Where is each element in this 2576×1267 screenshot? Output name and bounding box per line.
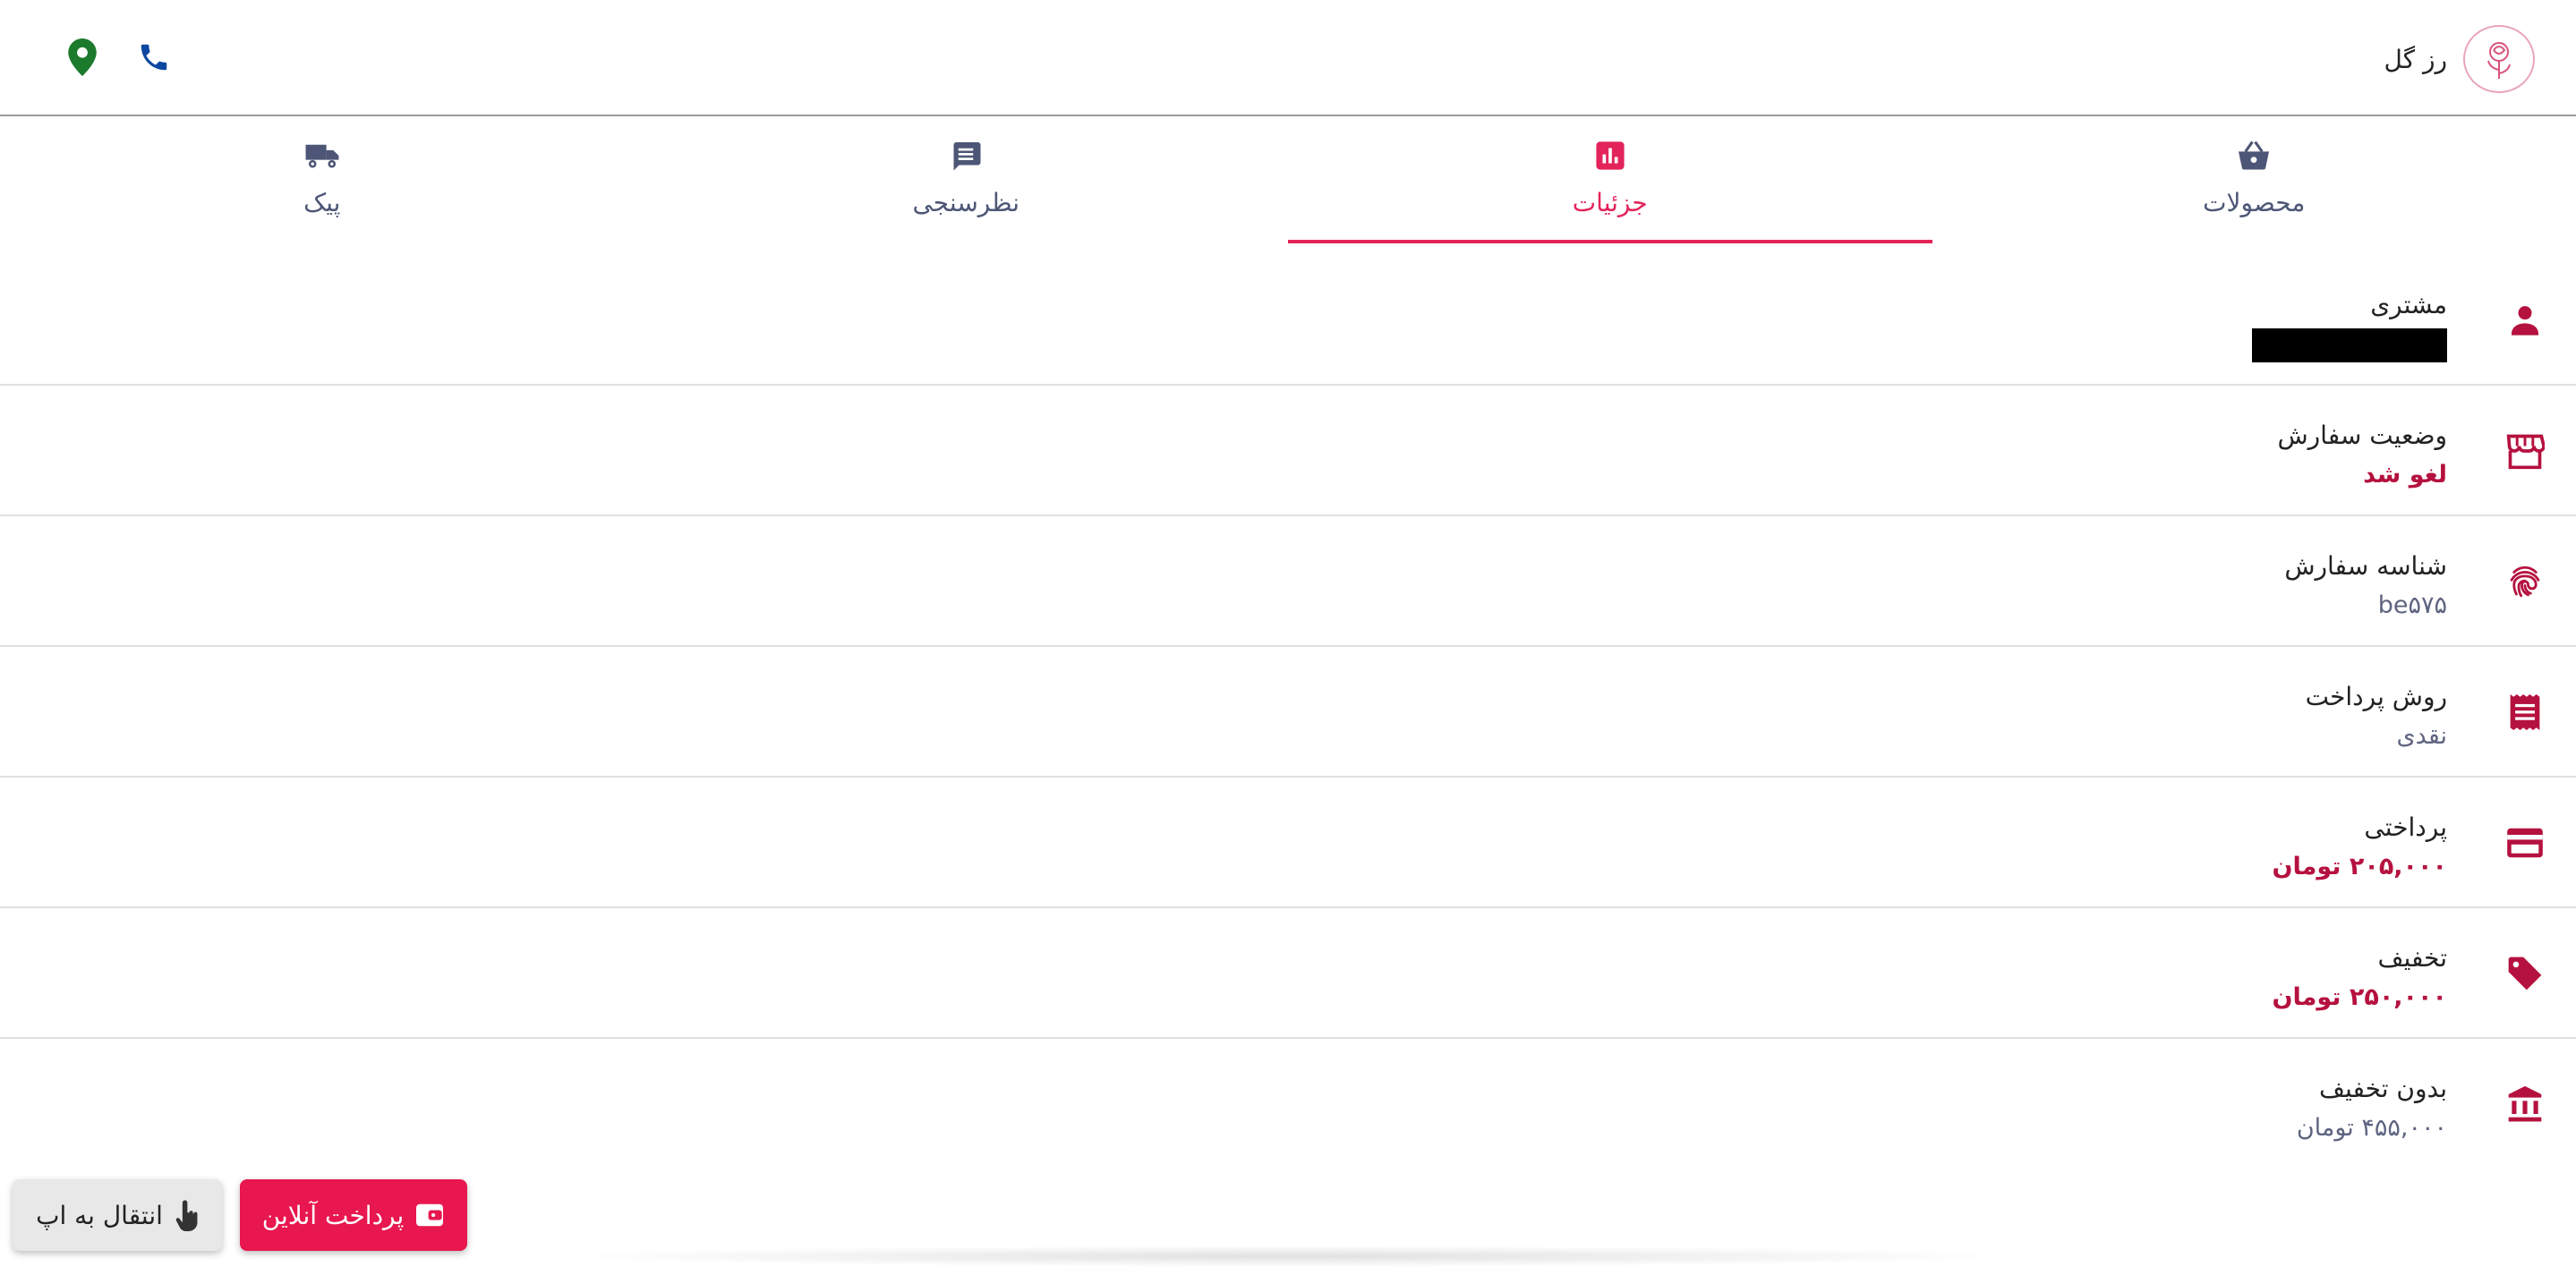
row-text: وضعیت سفارش لغو شد — [2277, 418, 2447, 493]
rose-logo-icon — [2463, 25, 2535, 93]
tag-icon — [2499, 948, 2551, 999]
discount-value: ۲۵۰,۰۰۰ تومان — [2272, 983, 2447, 1011]
without-discount-row: بدون تخفیف ۴۵۵,۰۰۰ تومان — [0, 1039, 2576, 1169]
payment-method-row: روش پرداخت نقدی — [0, 647, 2576, 778]
brand-name: رز گل — [2384, 44, 2447, 74]
top-header: رز گل — [0, 0, 2576, 116]
payable-row: پرداختی ۲۰۵,۰۰۰ تومان — [0, 778, 2576, 908]
payable-value: ۲۰۵,۰۰۰ تومان — [2272, 853, 2447, 880]
redacted-block — [2252, 328, 2447, 362]
bank-icon — [2499, 1078, 2551, 1130]
payable-label: پرداختی — [2364, 812, 2447, 842]
row-text: بدون تخفیف ۴۵۵,۰۰۰ تومان — [2297, 1071, 2447, 1146]
order-id-value: be۵۷۵ — [2377, 591, 2447, 619]
tab-details[interactable]: جزئیات — [1288, 118, 1932, 243]
chart-icon — [1591, 136, 1630, 175]
open-app-label: انتقال به اپ — [36, 1200, 163, 1230]
without-discount-label: بدون تخفیف — [2319, 1074, 2447, 1103]
tab-bar: محصولات جزئیات نظرسنجی پیک — [0, 118, 2576, 243]
store-icon — [2499, 425, 2551, 477]
phone-icon[interactable] — [134, 34, 174, 81]
tab-survey[interactable]: نظرسنجی — [644, 118, 1289, 243]
order-status-value: لغو شد — [2363, 461, 2447, 489]
tab-courier[interactable]: پیک — [0, 118, 644, 243]
order-id-label: شناسه سفارش — [2284, 551, 2447, 581]
tap-hand-icon — [174, 1199, 199, 1231]
location-pin-icon[interactable] — [63, 34, 102, 81]
tab-label: نظرسنجی — [912, 188, 1020, 217]
basket-icon — [2234, 136, 2273, 175]
bottom-sheet-shadow — [555, 1246, 2023, 1267]
wallet-icon — [414, 1202, 445, 1229]
order-id-row: شناسه سفارش be۵۷۵ — [0, 516, 2576, 647]
tab-label: محصولات — [2203, 188, 2306, 217]
open-app-button[interactable]: انتقال به اپ — [13, 1179, 222, 1251]
comment-icon — [946, 136, 985, 175]
payment-method-value: نقدی — [2396, 722, 2447, 750]
row-text: شناسه سفارش be۵۷۵ — [2284, 548, 2447, 624]
row-text: مشتری — [2252, 287, 2447, 366]
receipt-icon — [2499, 686, 2551, 738]
row-text: تخفیف ۲۵۰,۰۰۰ تومان — [2272, 940, 2447, 1016]
fingerprint-icon — [2499, 556, 2551, 608]
online-payment-button[interactable]: پرداخت آنلاین — [240, 1179, 467, 1251]
order-status-label: وضعیت سفارش — [2277, 421, 2447, 450]
discount-label: تخفیف — [2377, 943, 2447, 973]
credit-card-icon — [2499, 817, 2551, 869]
without-discount-value: ۴۵۵,۰۰۰ تومان — [2296, 1114, 2447, 1142]
discount-row: تخفیف ۲۵۰,۰۰۰ تومان — [0, 908, 2576, 1039]
row-text: روش پرداخت نقدی — [2306, 679, 2447, 754]
online-payment-label: پرداخت آنلاین — [261, 1200, 405, 1230]
row-text: پرداختی ۲۰۵,۰۰۰ تومان — [2272, 810, 2447, 885]
payment-method-label: روش پرداخت — [2305, 682, 2447, 711]
tab-products[interactable]: محصولات — [1932, 118, 2576, 243]
order-status-row: وضعیت سفارش لغو شد — [0, 386, 2576, 516]
header-actions — [63, 34, 174, 81]
tab-label: پیک — [303, 188, 341, 217]
brand[interactable]: رز گل — [2384, 25, 2535, 93]
customer-row: مشتری — [0, 255, 2576, 386]
customer-value — [2252, 323, 2447, 366]
order-details-page: رز گل محصولات جزئیات نظرسنجی پیک مشتری و… — [0, 0, 2576, 1267]
truck-icon — [303, 136, 342, 175]
order-details-list: مشتری وضعیت سفارش لغو شد شناسه سفارش be۵… — [0, 255, 2576, 1169]
customer-label: مشتری — [2370, 290, 2447, 319]
tab-label: جزئیات — [1572, 188, 1648, 217]
person-icon — [2499, 294, 2551, 346]
